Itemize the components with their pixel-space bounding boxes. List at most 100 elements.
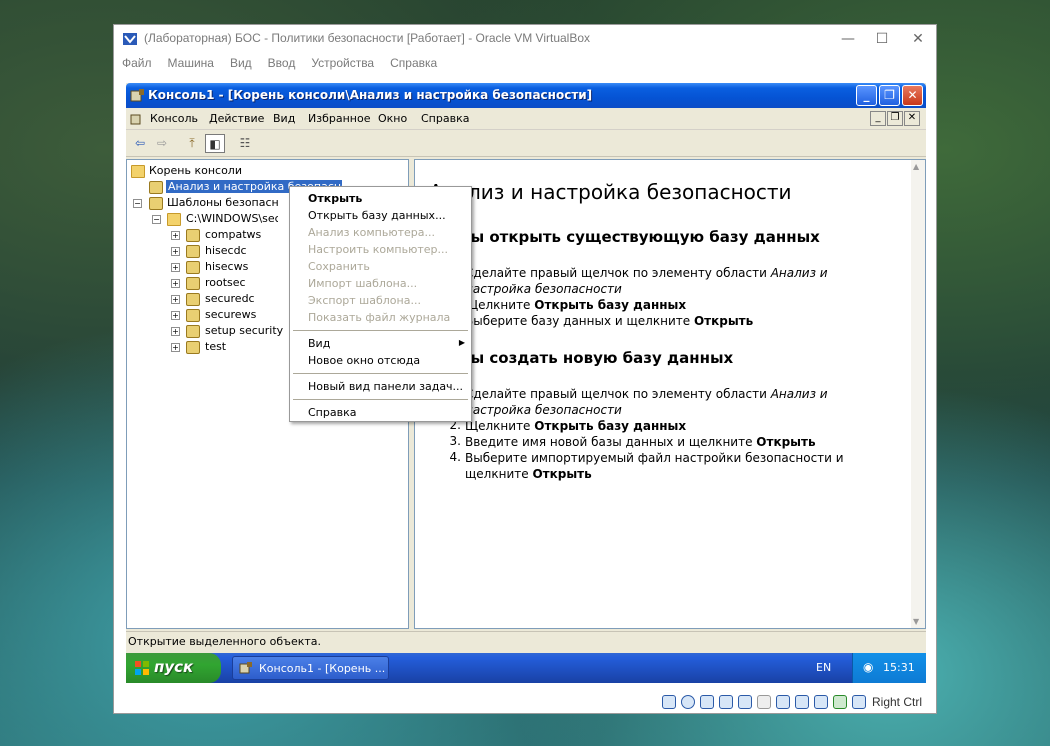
menu-item-export: Экспорт шаблона...: [308, 294, 421, 307]
child-restore-button[interactable]: ❐: [887, 111, 903, 126]
display-icon[interactable]: [776, 695, 790, 709]
recording-icon[interactable]: [795, 695, 809, 709]
clock: 15:31: [883, 661, 915, 674]
guest-screen: Консоль1 - [Корень консоли\Анализ и наст…: [126, 83, 926, 683]
collapse-toggle-icon[interactable]: −: [133, 199, 142, 208]
template-icon: [186, 341, 200, 354]
expand-toggle-icon[interactable]: +: [171, 327, 180, 336]
expand-toggle-icon[interactable]: +: [171, 295, 180, 304]
menu-view[interactable]: Вид: [273, 112, 295, 125]
template-icon: [186, 245, 200, 258]
menu-window[interactable]: Окно: [378, 112, 407, 125]
up-folder-icon[interactable]: ⤒: [182, 134, 202, 153]
mmc-restore-button[interactable]: ❐: [879, 85, 900, 106]
menu-favorites[interactable]: Избранное: [308, 112, 370, 125]
virtualization-icon[interactable]: [814, 695, 828, 709]
step-number: 3.: [449, 434, 461, 448]
host-title: (Лабораторная) БОС - Политики безопаснос…: [144, 31, 591, 45]
child-close-button[interactable]: ✕: [904, 111, 920, 126]
tree-item-template[interactable]: compatws: [205, 228, 261, 241]
menu-item-configure: Настроить компьютер...: [308, 243, 448, 256]
tree-item-template[interactable]: hisecdc: [205, 244, 247, 257]
context-menu: Открыть Открыть базу данных... Анализ ко…: [289, 186, 472, 422]
page-title: Анализ и настройка безопасности: [429, 180, 792, 204]
template-icon: [186, 277, 200, 290]
vertical-scrollbar[interactable]: ▲ ▼: [911, 160, 925, 628]
expand-toggle-icon[interactable]: +: [171, 343, 180, 352]
expand-toggle-icon[interactable]: +: [171, 311, 180, 320]
start-button[interactable]: пуск: [126, 653, 221, 683]
menu-item-help[interactable]: Справка: [308, 406, 356, 419]
status-text: Открытие выделенного объекта.: [128, 635, 321, 648]
menu-console[interactable]: Консоль: [150, 112, 198, 125]
status-bar: Открытие выделенного объекта.: [126, 631, 926, 651]
menu-help[interactable]: Справка: [421, 112, 469, 125]
host-menu-file[interactable]: Файл: [122, 56, 152, 70]
console-menu-icon: [130, 114, 141, 125]
host-menu-input[interactable]: Ввод: [268, 56, 296, 70]
shared-folders-icon[interactable]: [757, 695, 771, 709]
scroll-down-icon[interactable]: ▼: [913, 617, 919, 626]
maximize-icon[interactable]: ☐: [872, 29, 892, 49]
host-title-bar[interactable]: (Лабораторная) БОС - Политики безопаснос…: [114, 25, 936, 53]
host-menu-bar: Файл Машина Вид Ввод Устройства Справка: [114, 53, 936, 75]
system-tray: ◉ 15:31: [852, 653, 926, 683]
collapse-toggle-icon[interactable]: −: [152, 215, 161, 224]
taskbar-item-console[interactable]: Консоль1 - [Корень ...: [232, 656, 389, 680]
menu-item-new-taskpad[interactable]: Новый вид панели задач...: [308, 380, 463, 393]
hard-disk-icon[interactable]: [662, 695, 676, 709]
step-number: 4.: [449, 450, 461, 464]
expand-toggle-icon[interactable]: +: [171, 247, 180, 256]
host-menu-help[interactable]: Справка: [390, 56, 437, 70]
child-minimize-button[interactable]: _: [870, 111, 886, 126]
forward-arrow-icon[interactable]: ⇨: [152, 134, 172, 153]
keyboard-capture-icon[interactable]: [852, 695, 866, 709]
folder-icon: [167, 213, 181, 226]
expand-toggle-icon[interactable]: +: [171, 279, 180, 288]
tree-item-path[interactable]: C:\WINDOWS\secu: [186, 212, 278, 225]
mmc-minimize-button[interactable]: _: [856, 85, 877, 106]
menu-item-import: Импорт шаблона...: [308, 277, 418, 290]
tree-item-template[interactable]: hisecws: [205, 260, 248, 273]
security-analysis-icon: [149, 181, 163, 194]
optical-drive-icon[interactable]: [681, 695, 695, 709]
usb-icon[interactable]: [738, 695, 752, 709]
expand-toggle-icon[interactable]: +: [171, 231, 180, 240]
mmc-menu-bar: Консоль Действие Вид Избранное Окно Спра…: [126, 108, 926, 130]
template-icon: [186, 293, 200, 306]
console-icon: [130, 89, 144, 102]
tree-item-template[interactable]: securedc: [205, 292, 255, 305]
tree-root[interactable]: Корень консоли: [149, 164, 242, 177]
host-menu-machine[interactable]: Машина: [168, 56, 214, 70]
properties-icon[interactable]: ☷: [235, 134, 255, 153]
tree-item-template[interactable]: rootsec: [205, 276, 246, 289]
template-icon: [186, 261, 200, 274]
language-indicator[interactable]: EN: [816, 661, 831, 674]
mouse-integration-icon[interactable]: [833, 695, 847, 709]
mmc-title-bar[interactable]: Консоль1 - [Корень консоли\Анализ и наст…: [126, 83, 926, 108]
tree-item-template[interactable]: setup security: [205, 324, 283, 337]
taskbar: пуск Консоль1 - [Корень ... EN ◉ 15:31: [126, 653, 926, 683]
scroll-up-icon[interactable]: ▲: [913, 162, 919, 171]
mmc-close-button[interactable]: ✕: [902, 85, 923, 106]
minimize-icon[interactable]: —: [838, 29, 858, 49]
menu-item-new-window[interactable]: Новое окно отсюда: [308, 354, 420, 367]
template-icon: [186, 309, 200, 322]
audio-icon[interactable]: [700, 695, 714, 709]
network-icon[interactable]: [719, 695, 733, 709]
menu-action[interactable]: Действие: [209, 112, 264, 125]
windows-logo-icon: [135, 661, 149, 675]
tree-item-templates[interactable]: Шаблоны безопасности: [167, 196, 279, 209]
close-icon[interactable]: ✕: [908, 29, 928, 49]
show-hide-tree-icon[interactable]: ◧: [205, 134, 225, 153]
back-arrow-icon[interactable]: ⇦: [130, 134, 150, 153]
speaker-icon[interactable]: ◉: [863, 660, 873, 674]
host-menu-devices[interactable]: Устройства: [311, 56, 374, 70]
menu-item-open[interactable]: Открыть: [308, 192, 362, 205]
menu-item-open-db[interactable]: Открыть базу данных...: [308, 209, 446, 222]
host-menu-view[interactable]: Вид: [230, 56, 252, 70]
menu-item-view[interactable]: Вид: [308, 337, 330, 350]
tree-item-template[interactable]: securews: [205, 308, 256, 321]
tree-item-template[interactable]: test: [205, 340, 226, 353]
expand-toggle-icon[interactable]: +: [171, 263, 180, 272]
